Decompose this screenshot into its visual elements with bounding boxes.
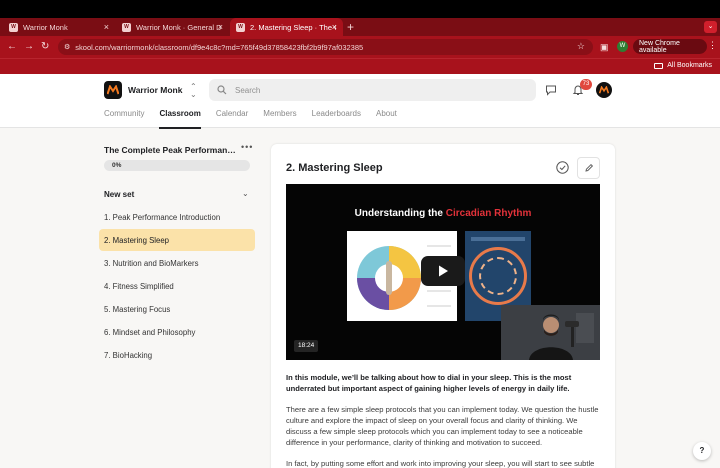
search-icon [217, 85, 227, 95]
search-input[interactable] [235, 85, 485, 95]
course-progress-bar: 0% [104, 160, 250, 171]
all-bookmarks-button[interactable]: All Bookmarks [654, 62, 712, 69]
wm-logo-icon [599, 86, 609, 94]
reload-icon[interactable]: ↻ [41, 40, 49, 54]
forward-arrow-icon[interactable]: → [24, 40, 34, 54]
tab-title: Warrior Monk · General Disc… [136, 22, 222, 32]
site-settings-icon[interactable]: ⚙ [64, 43, 70, 51]
browser-toolbar: ← → ↻ ⚙ skool.com/warriormonk/classroom/… [0, 36, 720, 58]
help-button[interactable]: ? [693, 442, 711, 460]
tab-title: 2. Mastering Sleep · The Com… [250, 22, 336, 32]
lesson-item[interactable]: 6. Mindset and Philosophy [99, 321, 255, 343]
close-tab-icon[interactable]: × [332, 22, 337, 32]
slide-title-prefix: Understanding the [354, 208, 446, 219]
video-duration: 18:24 [294, 340, 319, 352]
chrome-menu-icon[interactable]: ⋮ [708, 40, 717, 51]
close-tab-icon[interactable]: × [218, 22, 223, 32]
tab-members[interactable]: Members [263, 109, 296, 129]
user-avatar[interactable] [596, 82, 612, 98]
url-text: skool.com/warriormonk/classroom/df9e4c8c… [75, 42, 364, 52]
course-title: The Complete Peak Performanc… [104, 145, 239, 155]
play-icon [439, 265, 448, 277]
bookmark-star-icon[interactable]: ☆ [577, 41, 585, 52]
lesson-item[interactable]: 4. Fitness Simplified [99, 275, 255, 297]
slide-title: Understanding the Circadian Rhythm [286, 208, 600, 219]
browser-tab-1[interactable]: W Warrior Monk × [3, 18, 115, 36]
pencil-icon [584, 163, 593, 172]
lesson-paragraph-2: In fact, by putting some effort and work… [286, 459, 595, 468]
lesson-item[interactable]: 5. Mastering Focus [99, 298, 255, 320]
skool-favicon-icon: W [122, 22, 131, 32]
lesson-item-active[interactable]: 2. Mastering Sleep [99, 229, 255, 251]
community-name[interactable]: Warrior Monk [128, 85, 182, 95]
slide-title-accent: Circadian Rhythm [445, 208, 532, 219]
all-bookmarks-label: All Bookmarks [667, 62, 712, 69]
warrior-monk-logo[interactable] [104, 81, 122, 99]
back-arrow-icon[interactable]: ← [7, 40, 17, 54]
edit-button[interactable] [577, 157, 600, 179]
tab-search-chevron-icon[interactable]: ⌄ [704, 21, 717, 33]
progress-label: 0% [112, 162, 122, 169]
chat-icon[interactable] [545, 84, 557, 96]
profile-avatar[interactable]: W [617, 41, 628, 52]
tab-about[interactable]: About [376, 109, 397, 129]
browser-tab-active[interactable]: W 2. Mastering Sleep · The Com… × [230, 18, 343, 36]
wm-logo-icon [107, 85, 119, 95]
switch-community-icon[interactable]: ⌃ ⌄ [190, 83, 197, 99]
element-3 [479, 257, 517, 295]
presenter-webcam [501, 305, 600, 360]
new-tab-icon[interactable]: + [347, 20, 354, 34]
community-nav: Community Classroom Calendar Members Lea… [104, 109, 412, 129]
address-bar[interactable]: ⚙ skool.com/warriormonk/classroom/df9e4c… [58, 39, 593, 55]
side-panel-icon[interactable]: ▣ [600, 41, 609, 53]
set-title[interactable]: New set [104, 190, 134, 199]
close-tab-icon[interactable]: × [104, 22, 109, 32]
notification-badge: 73 [580, 79, 592, 90]
chrome-update-button[interactable]: New Chrome available [633, 39, 707, 54]
more-options-icon[interactable]: ••• [241, 142, 253, 152]
tab-classroom[interactable]: Classroom [159, 109, 201, 129]
bookmarks-bar: All Bookmarks [0, 58, 720, 74]
browser-tab-2[interactable]: W Warrior Monk · General Disc… × [116, 18, 229, 36]
presenter-image [501, 305, 600, 360]
tab-title: Warrior Monk [23, 22, 68, 32]
lesson-item[interactable]: 1. Peak Performance Introduction [99, 206, 255, 228]
folder-icon [654, 62, 664, 69]
lesson-item[interactable]: 7. BioHacking [99, 344, 255, 366]
tab-leaderboards[interactable]: Leaderboards [312, 109, 361, 129]
tab-calendar[interactable]: Calendar [216, 109, 248, 129]
chevron-down-icon[interactable]: ⌄ [242, 189, 249, 198]
video-player[interactable]: Understanding the Circadian Rhythm 18:24 [286, 184, 600, 360]
lesson-item[interactable]: 3. Nutrition and BioMarkers [99, 252, 255, 274]
play-button[interactable] [421, 256, 465, 286]
lesson-title: 2. Mastering Sleep [286, 162, 383, 174]
mark-complete-icon[interactable] [556, 161, 569, 174]
lesson-intro-text: In this module, we’ll be talking about h… [286, 373, 572, 393]
skool-favicon-icon: W [9, 22, 18, 32]
window-top-bar [0, 0, 720, 18]
element-1 [471, 237, 525, 241]
site-header: Warrior Monk ⌃⌄ 73 Community Classroom C… [0, 74, 720, 129]
search-box[interactable] [209, 79, 536, 101]
tab-strip: W Warrior Monk × W Warrior Monk · Genera… [0, 18, 720, 36]
lesson-paragraph-1: There are a few simple sleep protocols t… [286, 405, 599, 447]
skool-favicon-icon: W [236, 22, 245, 32]
tab-community[interactable]: Community [104, 109, 144, 129]
